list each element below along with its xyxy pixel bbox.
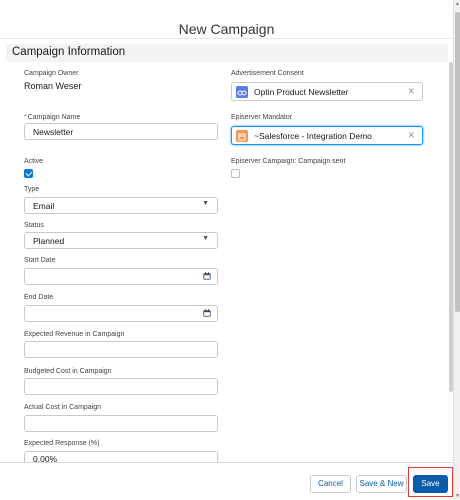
expected-response-label: Expected Response (%) <box>24 440 100 447</box>
type-select[interactable]: Email ▼ <box>24 197 218 214</box>
actual-cost-input[interactable] <box>24 415 218 432</box>
episerver-mandator-lookup[interactable]: ~Salesforce - Integration Demo ✕ <box>231 126 423 145</box>
status-value: Planned <box>33 236 65 246</box>
status-label: Status <box>24 222 44 229</box>
campaign-owner-label: Campaign Owner <box>24 70 79 77</box>
actual-cost-label: Actual Cost in Campaign <box>24 404 102 411</box>
scroll-down-icon[interactable]: ▼ <box>455 493 460 499</box>
advertisement-consent-label: Advertisement Consent <box>231 70 304 77</box>
advertisement-consent-value: Optin Product Newsletter <box>254 87 349 97</box>
section-header: Campaign Information <box>6 44 448 62</box>
budgeted-cost-label: Budgeted Cost in Campaign <box>24 368 112 375</box>
type-value: Email <box>33 201 55 211</box>
active-label: Active <box>24 158 44 165</box>
title-divider <box>0 38 453 39</box>
campaign-name-value: Newsletter <box>33 127 74 137</box>
calendar-icon[interactable] <box>203 309 211 317</box>
save-new-button[interactable]: Save & New <box>356 475 407 493</box>
page-scrollbar-thumb[interactable] <box>455 12 460 312</box>
save-highlight-box <box>408 467 453 497</box>
end-date-label: End Date <box>24 294 54 301</box>
new-campaign-modal: New Campaign Campaign Information Campai… <box>0 0 453 500</box>
episerver-campaign-sent-checkbox[interactable] <box>231 169 240 178</box>
start-date-input[interactable] <box>24 268 218 285</box>
campaign-name-input[interactable]: Newsletter <box>24 123 218 140</box>
modal-title: New Campaign <box>178 21 275 37</box>
footer-divider <box>0 462 453 463</box>
calendar-icon[interactable] <box>203 272 211 280</box>
clear-icon[interactable]: ✕ <box>407 86 415 97</box>
required-marker: * <box>24 114 27 121</box>
cancel-button[interactable]: Cancel <box>310 475 351 493</box>
status-select[interactable]: Planned ▼ <box>24 232 218 249</box>
section-title: Campaign Information <box>12 46 126 58</box>
episerver-mandator-label: Episerver Mandator <box>231 114 293 121</box>
advertisement-consent-lookup[interactable]: Optin Product Newsletter ✕ <box>231 82 423 101</box>
page-scrollbar[interactable]: ▲ ▼ <box>453 0 460 500</box>
campaign-name-label: *Campaign Name <box>24 114 80 121</box>
chevron-down-icon: ▼ <box>202 235 209 242</box>
mandator-icon <box>236 130 248 142</box>
end-date-input[interactable] <box>24 305 218 322</box>
budgeted-cost-input[interactable] <box>24 378 218 395</box>
consent-icon <box>236 86 248 98</box>
episerver-campaign-sent-label: Episerver Campaign: Campaign sent <box>231 158 346 165</box>
episerver-mandator-value: ~Salesforce - Integration Demo <box>254 131 372 141</box>
start-date-label: Start Date <box>24 257 56 264</box>
type-label: Type <box>24 186 40 193</box>
active-checkbox[interactable] <box>24 169 33 178</box>
chevron-down-icon: ▼ <box>202 200 209 207</box>
scroll-up-icon[interactable]: ▲ <box>455 1 460 7</box>
campaign-name-label-text: Campaign Name <box>27 114 81 121</box>
expected-revenue-label: Expected Revenue in Campaign <box>24 331 125 338</box>
campaign-owner-value: Roman Weser <box>24 81 82 91</box>
expected-revenue-input[interactable] <box>24 341 218 358</box>
clear-icon[interactable]: ✕ <box>407 130 415 141</box>
